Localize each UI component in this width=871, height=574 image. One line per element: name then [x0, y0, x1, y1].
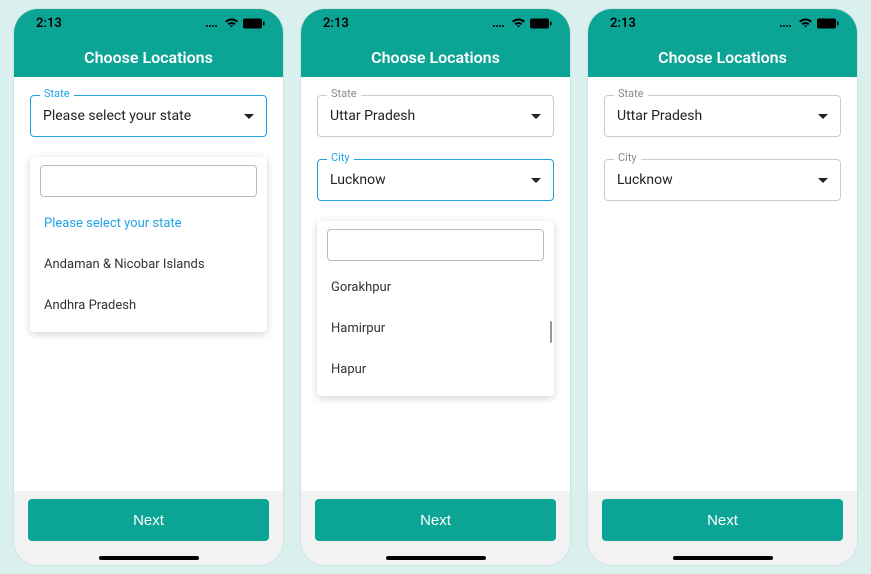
dropdown-search-input[interactable]: [40, 165, 257, 197]
city-label: City: [327, 151, 354, 164]
footer: Next: [588, 491, 857, 565]
cellular-icon: [492, 18, 507, 28]
city-dropdown: Gorakhpur Hamirpur Hapur: [317, 221, 554, 396]
chevron-down-icon: [531, 178, 541, 183]
dropdown-option[interactable]: Hamirpur: [327, 308, 544, 349]
wifi-icon: [798, 18, 813, 29]
city-field: City Lucknow: [604, 159, 841, 201]
state-value: Please select your state: [43, 108, 191, 124]
status-icons: [205, 18, 265, 29]
status-time: 2:13: [36, 16, 62, 31]
content-area: State Please select your state Please se…: [14, 77, 283, 491]
state-label: State: [614, 87, 648, 100]
chevron-down-icon: [244, 114, 254, 119]
city-field: City Lucknow: [317, 159, 554, 201]
state-select[interactable]: Uttar Pradesh: [604, 95, 841, 137]
chevron-down-icon: [531, 114, 541, 119]
state-dropdown: Please select your state Andaman & Nicob…: [30, 157, 267, 332]
battery-icon: [243, 18, 265, 29]
state-select[interactable]: Please select your state: [30, 95, 267, 137]
page-title: Choose Locations: [371, 48, 500, 67]
state-select[interactable]: Uttar Pradesh: [317, 95, 554, 137]
phone-screen-2: 2:13 Choose Locations State Uttar Prades…: [301, 9, 570, 565]
page-header: Choose Locations: [14, 37, 283, 77]
status-bar: 2:13: [301, 9, 570, 37]
state-field: State Please select your state: [30, 95, 267, 137]
footer: Next: [14, 491, 283, 565]
dropdown-option[interactable]: Andaman & Nicobar Islands: [40, 244, 257, 285]
battery-icon: [530, 18, 552, 29]
state-field: State Uttar Pradesh: [604, 95, 841, 137]
city-value: Lucknow: [617, 172, 673, 188]
battery-icon: [817, 18, 839, 29]
state-label: State: [40, 87, 74, 100]
status-icons: [492, 18, 552, 29]
dropdown-option[interactable]: Gorakhpur: [327, 267, 544, 308]
state-value: Uttar Pradesh: [617, 108, 702, 124]
cellular-icon: [205, 18, 220, 28]
page-title: Choose Locations: [658, 48, 787, 67]
dropdown-option-selected[interactable]: Please select your state: [40, 203, 257, 244]
status-bar: 2:13: [14, 9, 283, 37]
status-icons: [779, 18, 839, 29]
city-value: Lucknow: [330, 172, 386, 188]
status-time: 2:13: [610, 16, 636, 31]
city-label: City: [614, 151, 641, 164]
dropdown-option[interactable]: Hapur: [327, 349, 544, 390]
dropdown-search-input[interactable]: [327, 229, 544, 261]
content-area: State Uttar Pradesh City Lucknow: [588, 77, 857, 491]
state-label: State: [327, 87, 361, 100]
phone-screen-3: 2:13 Choose Locations State Uttar Prades…: [588, 9, 857, 565]
wifi-icon: [224, 18, 239, 29]
phone-screen-1: 2:13 Choose Locations State Please selec…: [14, 9, 283, 565]
cellular-icon: [779, 18, 794, 28]
state-field: State Uttar Pradesh: [317, 95, 554, 137]
next-button[interactable]: Next: [315, 499, 556, 541]
chevron-down-icon: [818, 178, 828, 183]
page-header: Choose Locations: [588, 37, 857, 77]
page-header: Choose Locations: [301, 37, 570, 77]
next-button[interactable]: Next: [28, 499, 269, 541]
city-select[interactable]: Lucknow: [604, 159, 841, 201]
footer: Next: [301, 491, 570, 565]
home-indicator[interactable]: [386, 556, 486, 560]
chevron-down-icon: [818, 114, 828, 119]
next-button[interactable]: Next: [602, 499, 843, 541]
home-indicator[interactable]: [99, 556, 199, 560]
page-title: Choose Locations: [84, 48, 213, 67]
state-value: Uttar Pradesh: [330, 108, 415, 124]
dropdown-option[interactable]: Andhra Pradesh: [40, 285, 257, 326]
wifi-icon: [511, 18, 526, 29]
content-area: State Uttar Pradesh City Lucknow Gorakhp…: [301, 77, 570, 491]
home-indicator[interactable]: [673, 556, 773, 560]
scrollbar[interactable]: [550, 321, 552, 343]
city-select[interactable]: Lucknow: [317, 159, 554, 201]
status-time: 2:13: [323, 16, 349, 31]
status-bar: 2:13: [588, 9, 857, 37]
